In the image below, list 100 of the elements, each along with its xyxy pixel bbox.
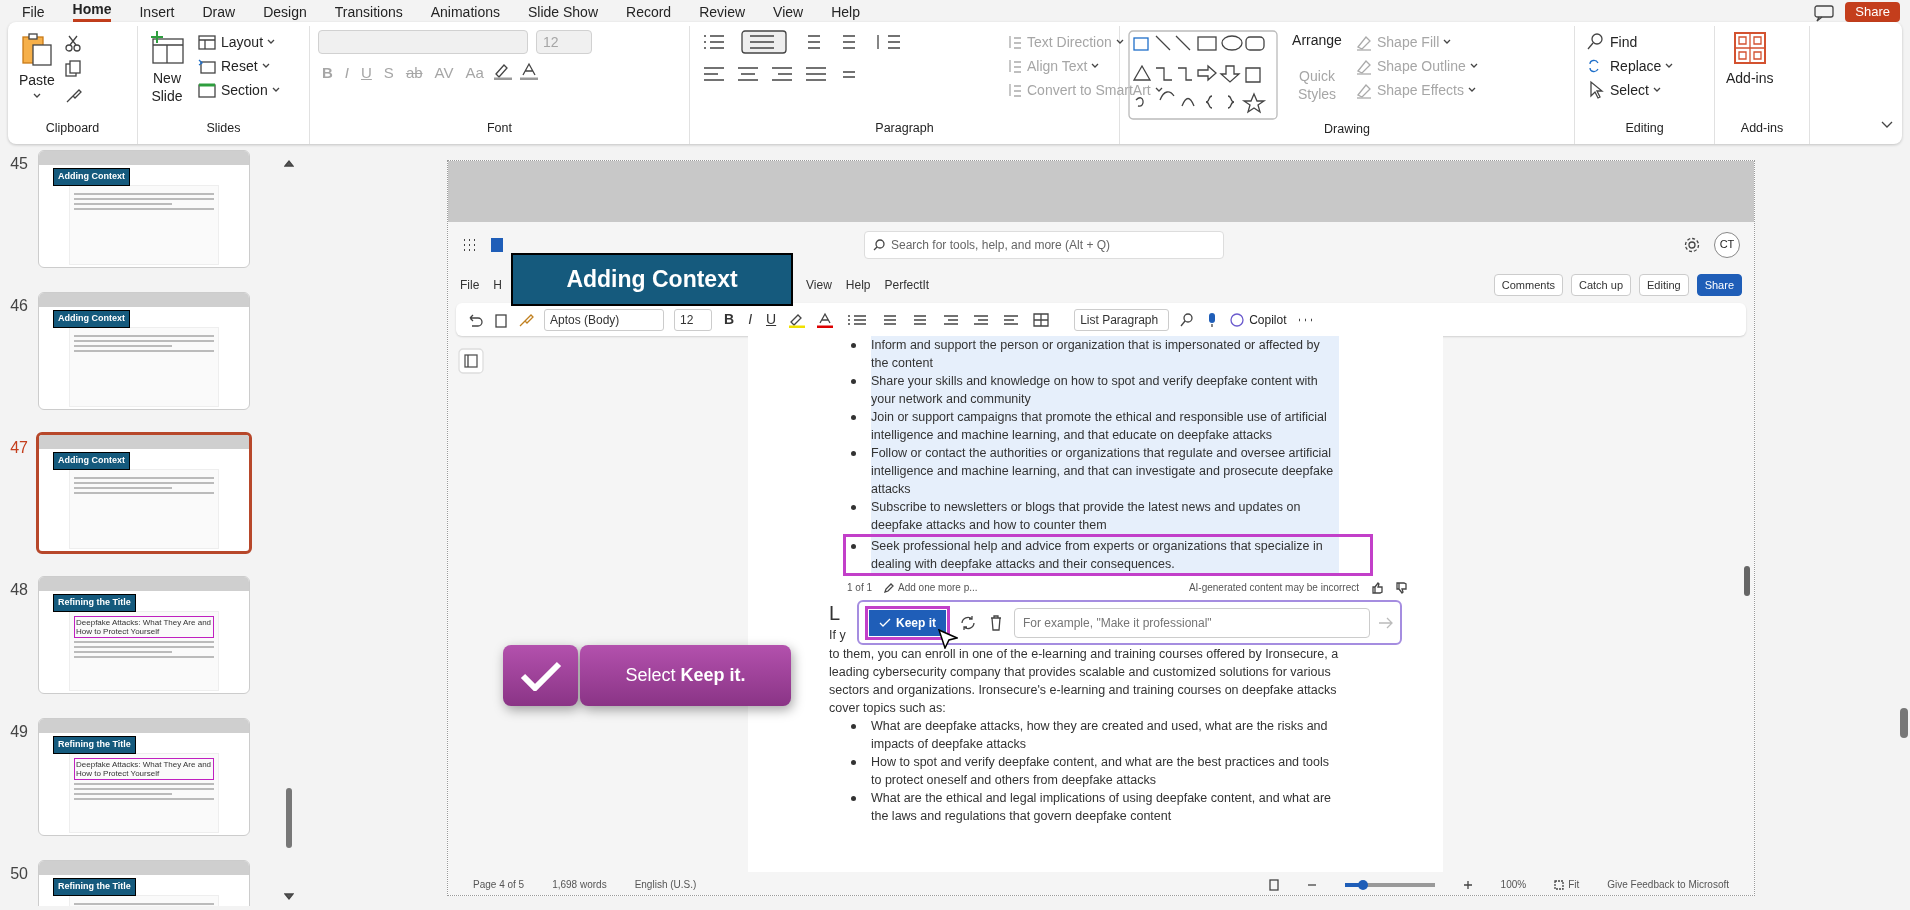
- callout-label: Select Keep it.: [580, 645, 791, 706]
- menu-item[interactable]: Help: [845, 276, 871, 294]
- group-label: Slides: [205, 120, 242, 138]
- ribbon-tab[interactable]: View: [773, 4, 804, 22]
- find-icon[interactable]: [1179, 311, 1196, 328]
- replace-button[interactable]: Replace: [1583, 54, 1677, 78]
- group-label: Editing: [1624, 120, 1665, 138]
- scrollbar-thumb-icon[interactable]: [1744, 566, 1750, 596]
- header-button[interactable]: Editing: [1639, 273, 1689, 297]
- font-color-icon[interactable]: [816, 311, 835, 328]
- ribbon-tab[interactable]: Help: [831, 4, 860, 22]
- thumbnail-headline: Deepfake Attacks: What They Are and How to Protect Yourself: [74, 758, 214, 780]
- bullet-text: Follow or contact the authorities or organizations that regulate and oversee artificial intelligence and machine learning, and that can investigate and prosecute deepfake attacks: [871, 444, 1339, 498]
- group-label: Add-ins: [1739, 120, 1785, 138]
- slide-thumbnail[interactable]: Refining the Title Deepfake Attacks: What They Are and How to Protect Yourself: [38, 718, 250, 836]
- header-button[interactable]: Comments: [1493, 273, 1563, 297]
- header-button[interactable]: Catch up: [1570, 273, 1631, 297]
- copilot-icon: [1229, 311, 1246, 328]
- format-button[interactable]: U: [764, 309, 779, 330]
- add-more-button[interactable]: Add one more p...: [884, 579, 978, 597]
- feedback-link[interactable]: Give Feedback to Microsoft: [1607, 877, 1729, 892]
- scissors-icon[interactable]: [63, 34, 82, 52]
- ribbon-tab[interactable]: Transitions: [334, 4, 403, 22]
- slide-number: 50: [9, 864, 28, 884]
- bullet-icon: [851, 379, 856, 384]
- slide-option-button[interactable]: Section: [194, 78, 283, 102]
- zoom-slider[interactable]: [1344, 882, 1435, 887]
- style-field[interactable]: List Paragraph: [1074, 308, 1170, 331]
- clipboard-icon[interactable]: [494, 311, 508, 328]
- menu-item[interactable]: File: [460, 276, 480, 294]
- share-button[interactable]: Share: [1845, 2, 1900, 22]
- thumbs-up-icon[interactable]: [1371, 582, 1383, 594]
- text-option-icon: [1007, 57, 1023, 75]
- ribbon-tab[interactable]: Slide Show: [527, 4, 598, 22]
- ai-notice: AI-generated content may be incorrect: [1188, 581, 1359, 595]
- ribbon-tab[interactable]: Review: [699, 4, 746, 22]
- avatar[interactable]: CT: [1714, 231, 1740, 258]
- group-label: Clipboard: [44, 120, 101, 138]
- copilot-button[interactable]: Copilot: [1229, 310, 1287, 329]
- prompt-field[interactable]: For example, "Make it professional": [1014, 607, 1370, 638]
- slide-thumbnail[interactable]: Refining the Title: [38, 860, 250, 906]
- fit-icon: [1554, 879, 1565, 890]
- zoom-level: 100%: [1500, 878, 1527, 892]
- menu-item[interactable]: View: [806, 276, 832, 294]
- check-icon: [519, 660, 562, 691]
- side-panel-icon[interactable]: [458, 348, 484, 374]
- ribbon-tab[interactable]: Design: [263, 4, 307, 22]
- slide-number: 46: [9, 296, 28, 316]
- fit-button[interactable]: Fit: [1554, 877, 1580, 892]
- paste-button[interactable]: Paste: [16, 30, 58, 100]
- ribbon-tab[interactable]: Record: [626, 4, 672, 22]
- select-button[interactable]: Select: [1583, 78, 1677, 102]
- slide-thumbnail[interactable]: Adding Context: [38, 292, 250, 410]
- find-button[interactable]: Find: [1583, 30, 1677, 54]
- paragraph-text: to them, you can enroll in one of the e-learning and training courses offered by Ironsecure, a leading cybersecurity company that provides scalable and customized solutions for various sectors and organizations. Ironsecure's e-learning and training courses on deepfake attacks cover topics such as:: [829, 646, 1340, 717]
- ribbon-tab[interactable]: Draw: [202, 4, 236, 22]
- read-mode-icon[interactable]: [1268, 878, 1279, 891]
- paragraph-text: If y: [829, 627, 847, 644]
- highlighter-icon[interactable]: [491, 62, 514, 80]
- slide-number: 47: [9, 438, 28, 458]
- collapse-icon[interactable]: [1880, 119, 1894, 130]
- menu-item[interactable]: H: [493, 276, 502, 294]
- ribbon-tab[interactable]: Insert: [139, 4, 175, 22]
- comment-icon[interactable]: [1813, 4, 1836, 22]
- slide-option-button[interactable]: Layout: [194, 30, 283, 54]
- more-icon[interactable]: [1296, 316, 1313, 323]
- ribbon-tab[interactable]: Animations: [430, 4, 500, 22]
- menu-item[interactable]: PerfectIt: [884, 276, 930, 294]
- status-text: 1,698 words: [552, 878, 607, 892]
- new-slide-button[interactable]: New Slide: [146, 30, 188, 106]
- zoom-in-icon[interactable]: [1462, 879, 1473, 890]
- font-color-icon[interactable]: [517, 62, 540, 80]
- header-button[interactable]: Share: [1696, 273, 1742, 297]
- scrollbar-thumb-icon[interactable]: [1900, 708, 1908, 738]
- heading-text: L: [829, 601, 842, 626]
- bullet-icon: [851, 544, 856, 549]
- slide-number: 45: [9, 154, 28, 174]
- thumbnail-headline: Deepfake Attacks: What They Are and How to Protect Yourself: [74, 616, 214, 638]
- copy-icon[interactable]: [63, 60, 82, 78]
- waffle-icon[interactable]: [462, 237, 476, 252]
- thumbnail-title: Adding Context: [53, 452, 130, 470]
- thumbs-down-icon[interactable]: [1395, 582, 1407, 594]
- add-ins-button[interactable]: Add-ins: [1723, 30, 1777, 88]
- font-field[interactable]: Aptos (Body): [544, 308, 664, 331]
- format-button[interactable]: B: [722, 309, 737, 330]
- slide-option-button[interactable]: Reset: [194, 54, 283, 78]
- settings-icon[interactable]: [1684, 236, 1700, 253]
- group-label: Paragraph: [874, 120, 935, 138]
- slide-thumbnail[interactable]: Adding Context: [36, 432, 252, 554]
- size-field[interactable]: 12: [674, 308, 712, 331]
- search-field[interactable]: Search for tools, help, and more (Alt + Q): [864, 230, 1224, 259]
- slide-number: 48: [9, 580, 28, 600]
- slide-thumbnail[interactable]: Refining the Title Deepfake Attacks: What They Are and How to Protect Yourself: [38, 576, 250, 694]
- format-button[interactable]: I: [746, 309, 754, 330]
- bullet-icon: [851, 760, 856, 765]
- ribbon-tab[interactable]: File: [22, 4, 45, 22]
- bullet-icon: [851, 451, 856, 456]
- drawing-button[interactable]: Arrange: [1288, 30, 1346, 50]
- slide-thumbnail[interactable]: Adding Context: [38, 150, 250, 268]
- keep-it-button[interactable]: Keep it: [869, 609, 946, 636]
